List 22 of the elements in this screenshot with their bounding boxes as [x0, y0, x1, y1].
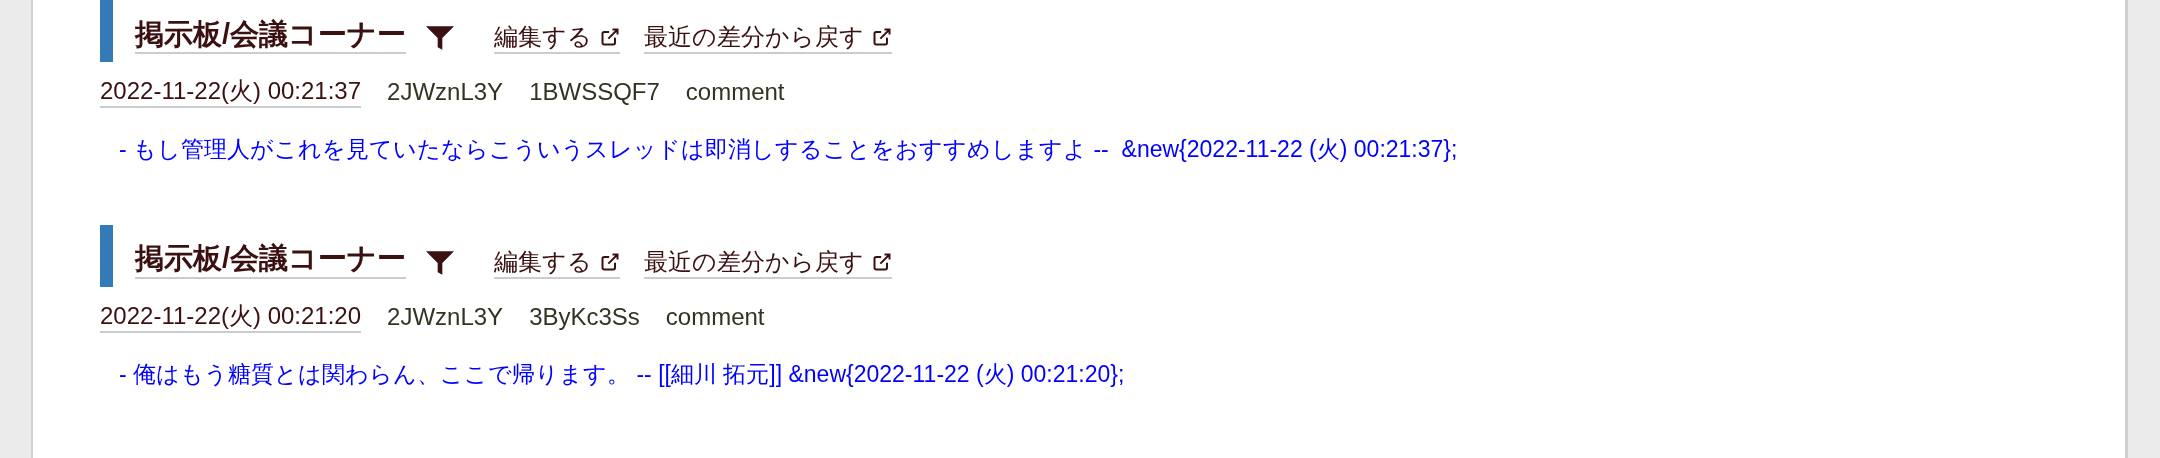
edit-link[interactable]: 編集する	[494, 22, 621, 54]
diff-link[interactable]: 最近の差分から戻す	[644, 22, 893, 54]
post-id: 3ByKc3Ss	[529, 301, 640, 332]
external-link-icon	[872, 27, 893, 47]
post-id: 1BWSSQF7	[529, 77, 660, 107]
author-id: 2JWznL3Y	[387, 77, 504, 107]
page-title-link[interactable]: 掲示板/会議コーナー	[135, 240, 407, 279]
diff-link[interactable]: 最近の差分から戻す	[644, 246, 893, 279]
post-date-link[interactable]: 2022-11-22(火) 00:21:20	[100, 300, 362, 333]
external-link-icon	[872, 251, 893, 272]
author-id: 2JWznL3Y	[387, 301, 504, 332]
page-title-link[interactable]: 掲示板/会議コーナー	[135, 15, 407, 54]
post-date-link[interactable]: 2022-11-22(火) 00:21:37	[100, 76, 362, 108]
edit-link[interactable]: 編集する	[494, 246, 621, 279]
external-link-icon	[600, 27, 621, 47]
post-type: comment	[665, 301, 765, 332]
comment-text: - 俺はもう糖質とは関わらん、ここで帰ります。 -- [[細川 拓元]] &new{2022-11-22 (火) 00:21:20};	[119, 359, 1126, 389]
post-type: comment	[685, 77, 785, 107]
filter-icon[interactable]	[426, 250, 455, 275]
external-link-icon	[600, 251, 621, 272]
comment-text: - もし管理人がこれを見ていたならこういうスレッドは即消しすることをおすすめしますよ -- &new{2022-11-22 (火) 00:21:37};	[119, 135, 1459, 164]
filter-icon[interactable]	[426, 26, 455, 50]
